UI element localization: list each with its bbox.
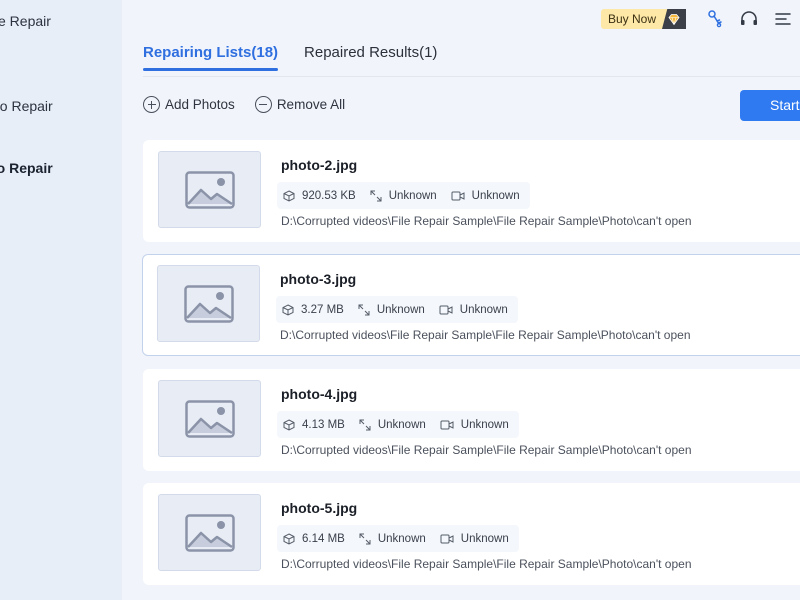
file-name: photo-5.jpg [281, 500, 358, 516]
cube-icon [282, 303, 294, 316]
file-device: Unknown [471, 189, 520, 202]
tab-divider [143, 76, 800, 77]
image-placeholder-icon [158, 151, 261, 228]
file-path: D:\Corrupted videos\File Repair Sample\F… [280, 328, 691, 342]
sidebar-item-file-repair[interactable]: e Repair [0, 13, 51, 29]
sidebar-item-video-repair[interactable]: eo Repair [0, 98, 53, 114]
file-card[interactable]: photo-3.jpg 3.27 MB Unknown Unknown D:\C… [142, 254, 800, 356]
menu-icon[interactable] [773, 9, 793, 29]
file-device: Unknown [459, 303, 508, 316]
buy-now-label: Buy Now [607, 12, 656, 26]
resolution-icon [358, 304, 370, 315]
sidebar: e Repair eo Repair to Repair [0, 0, 122, 600]
image-placeholder-icon [158, 380, 261, 457]
file-name: photo-2.jpg [281, 157, 358, 173]
remove-all-button[interactable]: Remove All [254, 96, 346, 113]
file-resolution: Unknown [376, 303, 425, 316]
add-photos-button[interactable]: Add Photos [143, 96, 235, 113]
start-button[interactable]: Start [740, 90, 800, 121]
tab-bar: Repairing Lists(18) Repaired Results(1) [143, 44, 463, 71]
image-placeholder-icon [158, 494, 261, 571]
resolution-icon [359, 533, 371, 544]
remove-all-label: Remove All [276, 97, 346, 112]
file-size: 3.27 MB [301, 303, 344, 316]
camera-icon [439, 305, 453, 314]
file-size: 4.13 MB [302, 418, 345, 431]
main-panel: Buy Now Repairing Lists(18) Repaired Res… [122, 0, 800, 600]
sidebar-item-photo-repair[interactable]: to Repair [0, 160, 53, 176]
file-name: photo-4.jpg [281, 386, 358, 402]
action-row: Add Photos Remove All [143, 96, 365, 113]
camera-icon [440, 534, 454, 543]
cube-icon [283, 532, 295, 545]
add-photos-label: Add Photos [165, 97, 235, 112]
file-device: Unknown [460, 532, 509, 545]
resolution-icon [370, 190, 382, 201]
file-path: D:\Corrupted videos\File Repair Sample\F… [281, 443, 692, 457]
file-path: D:\Corrupted videos\File Repair Sample\F… [281, 214, 692, 228]
camera-icon [451, 191, 465, 200]
key-icon[interactable] [705, 9, 725, 29]
file-meta: 3.27 MB Unknown Unknown [276, 296, 518, 323]
file-size: 6.14 MB [302, 532, 345, 545]
camera-icon [440, 420, 454, 429]
cube-icon [283, 418, 295, 431]
file-resolution: Unknown [377, 418, 426, 431]
file-meta: 4.13 MB Unknown Unknown [277, 411, 519, 438]
file-meta: 6.14 MB Unknown Unknown [277, 525, 519, 552]
file-resolution: Unknown [377, 532, 426, 545]
minus-circle-icon [254, 96, 272, 113]
top-bar: Buy Now [600, 9, 800, 29]
tab-repairing-lists[interactable]: Repairing Lists(18) [143, 44, 279, 71]
file-card[interactable]: photo-2.jpg 920.53 KB Unknown Unknown D:… [143, 140, 800, 242]
file-device: Unknown [460, 418, 509, 431]
file-card[interactable]: photo-4.jpg 4.13 MB Unknown Unknown D:\C… [143, 369, 800, 471]
tab-repaired-results[interactable]: Repaired Results(1) [304, 44, 437, 71]
file-path: D:\Corrupted videos\File Repair Sample\F… [281, 557, 692, 571]
image-placeholder-icon [157, 265, 260, 342]
resolution-icon [359, 419, 371, 430]
file-meta: 920.53 KB Unknown Unknown [277, 182, 530, 209]
file-size: 920.53 KB [302, 189, 356, 202]
headset-icon[interactable] [739, 9, 759, 29]
file-card[interactable]: photo-5.jpg 6.14 MB Unknown Unknown D:\C… [143, 483, 800, 585]
buy-now-button[interactable]: Buy Now [600, 9, 686, 29]
file-resolution: Unknown [388, 189, 437, 202]
cube-icon [283, 189, 295, 202]
file-name: photo-3.jpg [280, 271, 357, 287]
diamond-icon [662, 9, 686, 29]
plus-circle-icon [143, 96, 160, 113]
